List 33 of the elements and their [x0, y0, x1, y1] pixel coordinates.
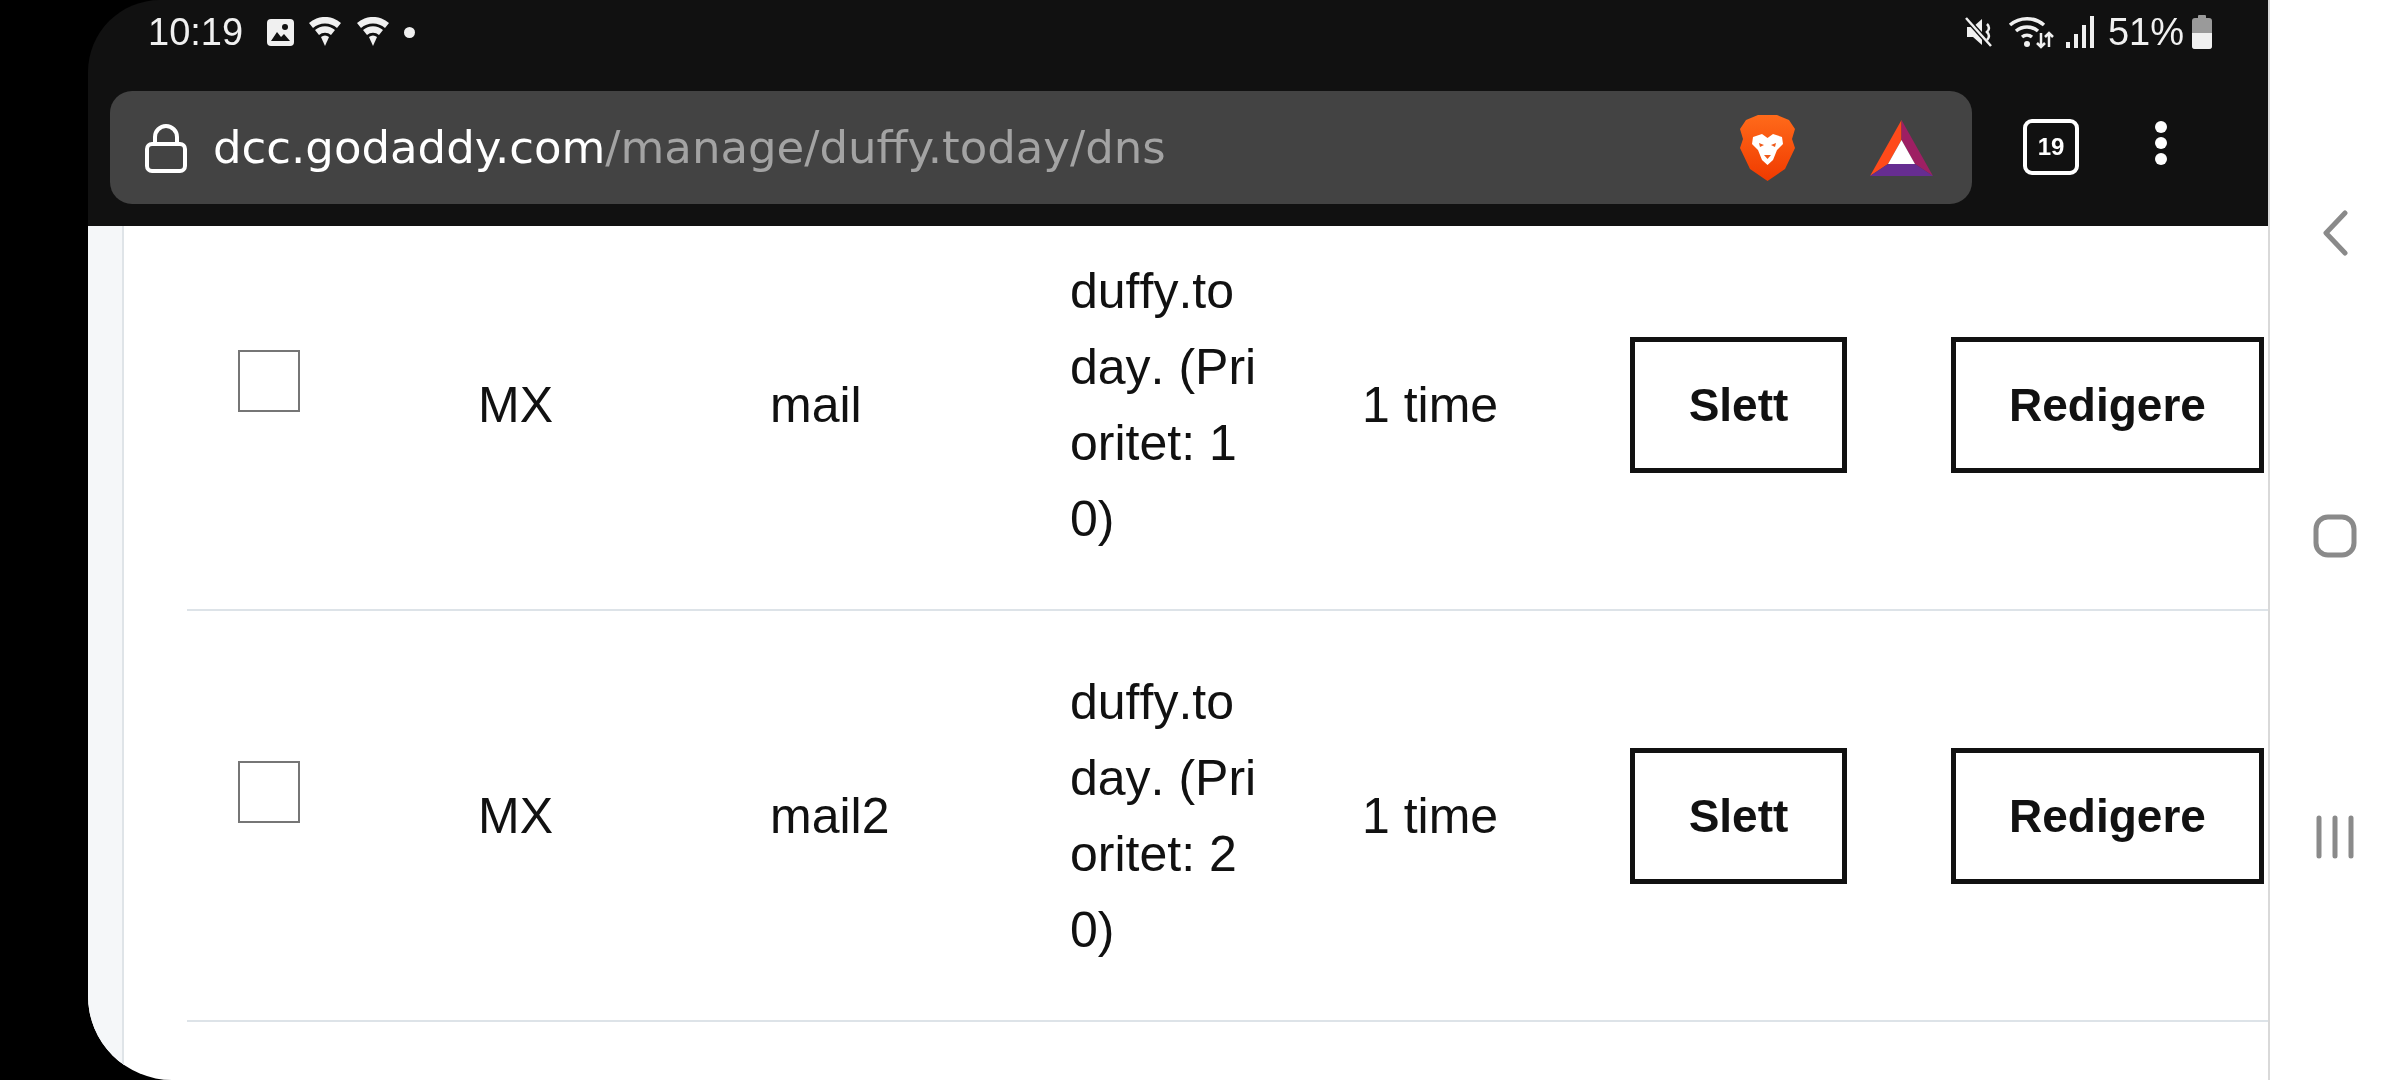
wifi-icon [2007, 15, 2054, 49]
battery-percentage: 51% [2107, 10, 2184, 54]
record-value: duffy.today. (Prioritet: 20) [1070, 672, 1258, 960]
record-ttl: 1 time [1362, 375, 1500, 435]
clock: 10:19 [148, 10, 244, 54]
address-bar[interactable]: dcc.godaddy.com/manage/duffy.today/dns [110, 91, 1972, 204]
record-type: MX [478, 375, 554, 435]
back-icon [2322, 210, 2348, 256]
recent-apps-icon [2315, 815, 2355, 859]
record-value: duffy.today. (Prioritet: 10) [1070, 261, 1258, 549]
checkbox[interactable] [238, 349, 300, 412]
delete-button[interactable]: Slett [1630, 747, 1847, 884]
url-text: dcc.godaddy.com/manage/duffy.today/dns [213, 121, 1166, 174]
image-icon [267, 18, 295, 46]
signal-icon [2065, 16, 2094, 48]
record-type: MX [478, 786, 554, 846]
edit-button[interactable]: Redigere [1951, 747, 2264, 884]
lion-shield-icon[interactable] [1737, 114, 1798, 181]
tab-count-button[interactable]: 19 [2023, 119, 2079, 175]
edit-button[interactable]: Redigere [1951, 336, 2264, 473]
more-options-icon [2154, 120, 2168, 166]
delete-button[interactable]: Slett [1630, 336, 1847, 473]
wifi-icon [356, 17, 391, 47]
lock-icon [145, 122, 187, 173]
record-ttl: 1 time [1362, 786, 1500, 846]
home-icon [2313, 514, 2357, 558]
checkbox[interactable] [238, 760, 300, 823]
notification-dot-icon [404, 26, 416, 38]
record-name: mail [770, 375, 863, 435]
battery-icon [2192, 15, 2212, 49]
wifi-icon [308, 17, 343, 47]
record-name: mail2 [770, 786, 891, 846]
triangle-icon[interactable] [1870, 119, 1933, 176]
